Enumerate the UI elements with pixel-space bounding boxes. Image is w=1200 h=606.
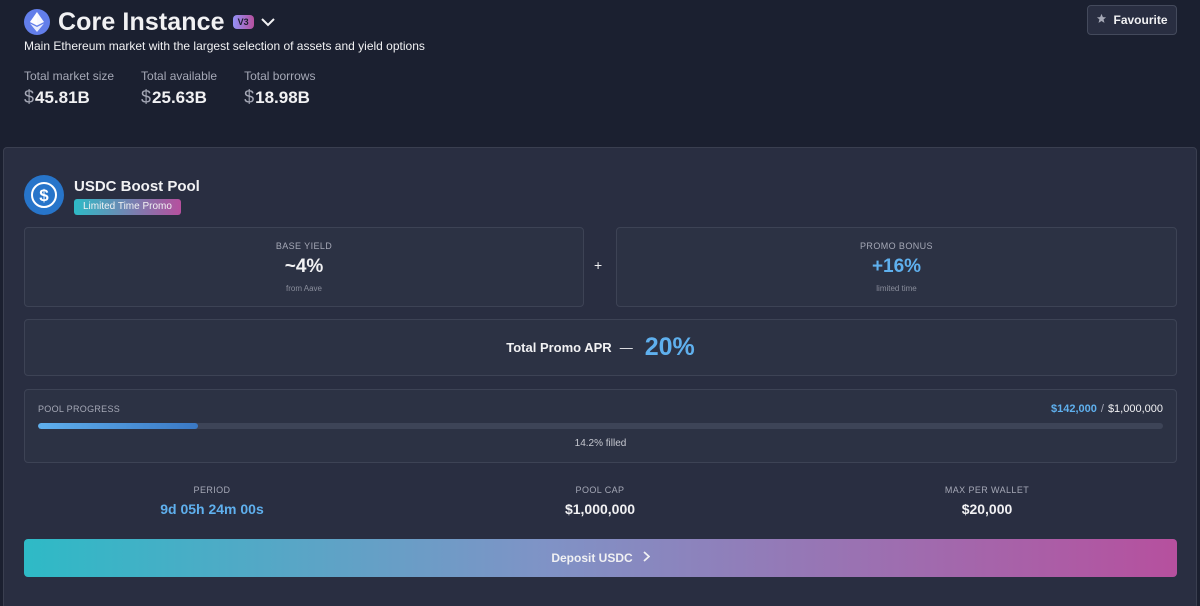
market-title-row: Core Instance V3	[24, 8, 276, 36]
pool-title-wrap: USDC Boost Pool Limited Time Promo	[74, 175, 200, 215]
promo-badge: Limited Time Promo	[74, 199, 181, 215]
market-subtitle: Main Ethereum market with the largest se…	[24, 39, 425, 53]
base-yield-box: BASE YIELD ~4% from Aave	[24, 227, 584, 307]
pool-cap-info: POOL CAP $1,000,000	[450, 485, 750, 517]
market-title: Core Instance	[58, 7, 225, 36]
deposit-usdc-button[interactable]: Deposit USDC	[24, 539, 1177, 577]
favourite-button[interactable]: Favourite	[1087, 5, 1177, 35]
pool-title: USDC Boost Pool	[74, 178, 200, 195]
total-apr-value: 20%	[644, 333, 695, 361]
period-countdown: 9d 05h 24m 00s	[160, 501, 264, 517]
base-yield-value: ~4%	[284, 256, 324, 277]
promo-bonus-label: PROMO BONUS	[860, 241, 933, 251]
pool-progress-box: POOL PROGRESS $142,000/$1,000,000 14.2% …	[24, 389, 1177, 463]
plus-sign: +	[594, 257, 603, 273]
deposit-label: Deposit USDC	[551, 551, 633, 565]
pool-progress-fill	[38, 423, 198, 429]
period-info: PERIOD 9d 05h 24m 00s	[62, 485, 362, 517]
pool-progress-label: POOL PROGRESS	[38, 404, 121, 414]
chevron-right-icon	[643, 551, 651, 565]
currency-symbol: $	[24, 87, 35, 107]
stat-total-borrows: Total borrows $18.98B	[244, 69, 315, 108]
pool-cap-amount: $1,000,000	[1107, 403, 1163, 415]
max-per-wallet-value: $20,000	[961, 501, 1013, 517]
stat-amount: 18.98B	[255, 88, 310, 107]
pool-progress-amounts: $142,000/$1,000,000	[1051, 403, 1163, 415]
stat-value: $25.63B	[141, 87, 217, 108]
pool-progress-filled-text: 14.2% filled	[574, 438, 627, 449]
max-per-wallet-info: MAX PER WALLET $20,000	[837, 485, 1137, 517]
promo-bonus-sub: limited time	[876, 284, 917, 293]
stat-label: Total market size	[24, 69, 115, 83]
version-badge: V3	[232, 15, 254, 29]
currency-symbol: $	[244, 87, 255, 107]
stat-value: $45.81B	[24, 87, 114, 108]
stat-amount: 25.63B	[152, 88, 207, 107]
promo-bonus-box: PROMO BONUS +16% limited time	[616, 227, 1177, 307]
promo-bonus-value: +16%	[871, 256, 922, 277]
stat-value: $18.98B	[244, 87, 315, 108]
stat-label: Total borrows	[244, 69, 316, 83]
period-label: PERIOD	[193, 485, 231, 495]
base-yield-sub: from Aave	[285, 284, 322, 293]
stat-total-market-size: Total market size $45.81B	[24, 69, 114, 108]
pool-header: $ USDC Boost Pool Limited Time Promo	[24, 175, 200, 215]
favourite-label: Favourite	[1113, 13, 1168, 27]
total-apr-dash: —	[619, 340, 633, 355]
chevron-down-icon[interactable]	[260, 14, 276, 30]
svg-text:$: $	[39, 186, 49, 205]
market-page: Core Instance V3 Main Ethereum market wi…	[0, 0, 1200, 606]
market-stats: Total market size $45.81B Total availabl…	[24, 69, 342, 108]
max-per-wallet-label: MAX PER WALLET	[944, 485, 1030, 495]
currency-symbol: $	[141, 87, 152, 107]
ethereum-icon	[24, 9, 50, 35]
total-apr-label: Total Promo APR	[506, 340, 612, 355]
total-apr-box: Total Promo APR — 20%	[24, 319, 1177, 376]
pool-raised-amount: $142,000	[1050, 403, 1097, 415]
pool-cap-value: $1,000,000	[564, 501, 636, 517]
stat-label: Total available	[141, 69, 218, 83]
usdc-icon: $	[24, 175, 64, 215]
pool-cap-label: POOL CAP	[575, 485, 625, 495]
base-yield-label: BASE YIELD	[275, 241, 333, 251]
star-icon	[1096, 13, 1107, 27]
pool-progress-bar	[38, 423, 1163, 429]
market-header: Core Instance V3 Main Ethereum market wi…	[0, 0, 1200, 146]
pool-amount-separator: /	[1100, 403, 1104, 415]
stat-amount: 45.81B	[35, 88, 90, 107]
boost-pool-card: $ USDC Boost Pool Limited Time Promo BAS…	[3, 147, 1197, 606]
stat-total-available: Total available $25.63B	[141, 69, 217, 108]
